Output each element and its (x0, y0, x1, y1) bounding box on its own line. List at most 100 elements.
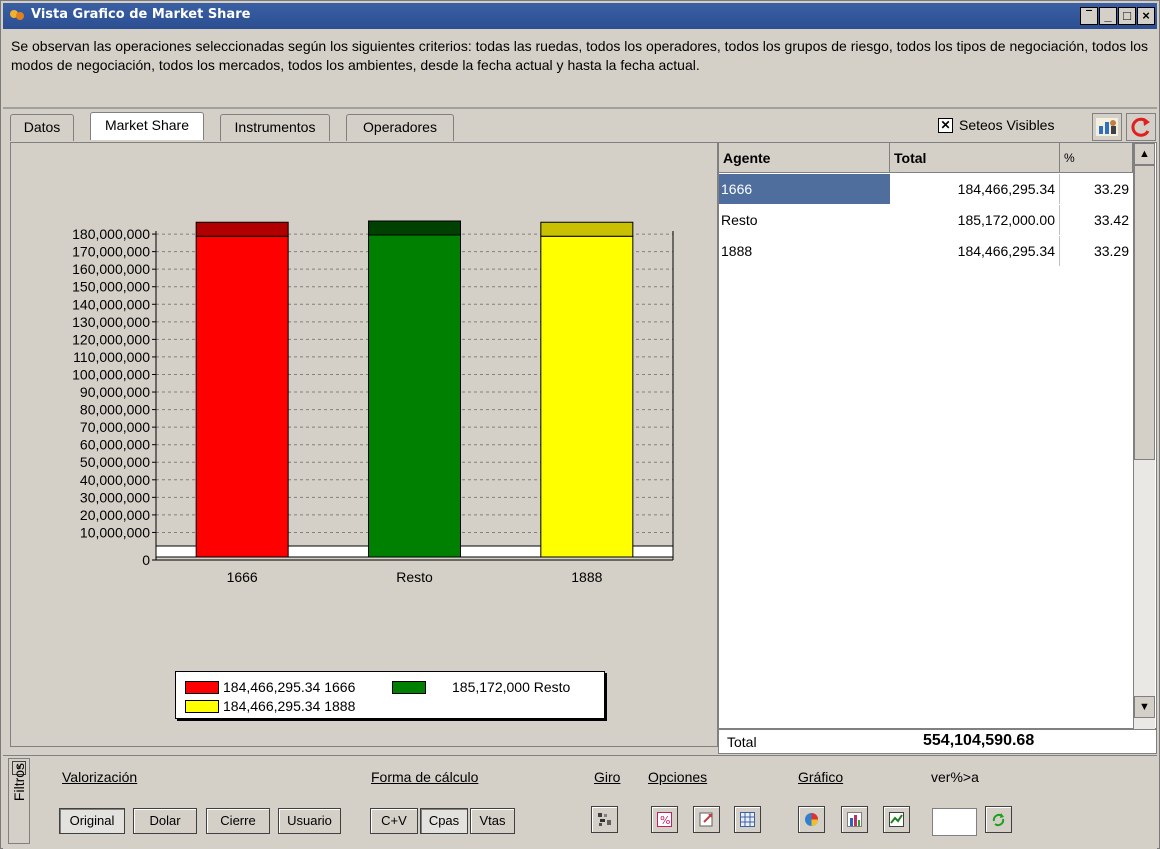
table-row-total[interactable]: 184,466,295.34 (890, 174, 1060, 204)
valorizacion-label[interactable]: Valorización (62, 769, 137, 785)
filtros-panel-toggle[interactable]: × Filtros (8, 758, 30, 844)
forma-calculo-label[interactable]: Forma de cálculo (371, 769, 478, 785)
data-grid: Agente Total % 1666 184,466,295.34 33.29… (718, 142, 1157, 730)
opciones-grid-icon[interactable] (734, 806, 761, 833)
pie-chart-icon[interactable] (798, 806, 825, 833)
ver-pct-label: ver%>a (931, 769, 979, 785)
y-tick-label: 30,000,000 (80, 489, 150, 505)
x-tick-label: 1666 (227, 569, 258, 585)
x-tick-label: 1888 (571, 569, 602, 585)
seteos-checkbox[interactable]: ✕ (938, 117, 953, 133)
filtros-label: Filtros (11, 762, 27, 802)
y-tick-label: 120,000,000 (72, 331, 150, 347)
cpas-button[interactable]: Cpas (420, 808, 468, 834)
svg-text:%: % (660, 814, 670, 827)
market-share-chart: 0 10,000,00020,000,000 30,000,00040,000,00… (72, 220, 674, 585)
bar-1666[interactable] (195, 235, 289, 558)
legend-item-1888: 184,466,295.34 1888 (185, 698, 355, 714)
x-tick-label: Resto (396, 569, 433, 585)
y-tick-label: 80,000,000 (80, 402, 150, 418)
table-row-pct[interactable]: 33.42 (1060, 205, 1131, 235)
seteos-visibles-toggle[interactable]: ✕ Seteos Visibles (938, 117, 1054, 133)
tab-market-share[interactable]: Market Share (90, 112, 204, 140)
close-button[interactable]: × (1137, 7, 1155, 25)
bar-cap (540, 221, 634, 237)
cierre-button[interactable]: Cierre (206, 808, 270, 834)
original-button[interactable]: Original (59, 808, 125, 834)
criteria-text: Se observan las operaciones seleccionada… (11, 38, 1149, 73)
table-row-pct[interactable]: 33.29 (1060, 174, 1131, 204)
y-tick-label: 60,000,000 (80, 437, 150, 453)
chart-person-icon[interactable] (1092, 113, 1122, 141)
bar-cap (195, 221, 289, 237)
vtas-button[interactable]: Vtas (470, 808, 515, 834)
table-row-pct[interactable]: 33.29 (1060, 236, 1131, 266)
dolar-button[interactable]: Dolar (133, 808, 197, 834)
total-label: Total (727, 734, 757, 750)
y-tick-label: 20,000,000 (80, 507, 150, 523)
opciones-export-icon[interactable] (693, 806, 720, 833)
table-row-agente[interactable]: 1888 (719, 236, 890, 266)
y-tick-label: 50,000,000 (80, 454, 150, 470)
column-header-pct[interactable]: % (1060, 143, 1133, 173)
market-share-window: Vista Grafico de Market Share ‾ _ □ × Se… (0, 0, 1160, 849)
tab-instrumentos[interactable]: Instrumentos (220, 114, 330, 141)
scroll-up-button[interactable]: ▲ (1134, 143, 1155, 165)
bar-cap (368, 220, 461, 236)
y-tick-label: 160,000,000 (72, 261, 150, 277)
ver-pct-input[interactable] (932, 808, 977, 836)
table-row-agente[interactable]: 1666 (719, 174, 890, 204)
tab-operadores[interactable]: Operadores (346, 114, 454, 141)
y-tick-label: 70,000,000 (80, 419, 150, 435)
minimize-all-button[interactable]: ‾ (1080, 7, 1098, 25)
table-row-total[interactable]: 184,466,295.34 (890, 236, 1060, 266)
legend-swatch (392, 680, 426, 694)
opciones-label[interactable]: Opciones (648, 769, 707, 785)
divider (3, 107, 1157, 109)
legend-swatch (185, 699, 219, 713)
total-value: 554,104,590.68 (923, 732, 1035, 749)
table-row-agente[interactable]: Resto (719, 205, 890, 235)
chart-panel: 0 10,000,000 20,000,000 30,000,000 40,000,00… (10, 142, 718, 747)
bar-resto[interactable] (368, 234, 461, 558)
y-tick-label: 150,000,000 (72, 279, 150, 295)
cv-button[interactable]: C+V (370, 808, 418, 834)
legend-item-1666: 184,466,295.34 1666 (185, 679, 355, 695)
y-tick-label: 130,000,000 (72, 314, 150, 330)
bar-chart-icon[interactable] (841, 806, 868, 833)
table-row-total[interactable]: 185,172,000.00 (890, 205, 1060, 235)
bar-1888[interactable] (540, 235, 634, 558)
scroll-down-button[interactable]: ▼ (1134, 696, 1155, 718)
app-icon (10, 10, 24, 20)
opciones-percent-icon[interactable]: % (651, 806, 678, 833)
giro-icon[interactable] (591, 806, 618, 833)
refresh-icon[interactable] (1126, 113, 1156, 141)
y-tick-label: 110,000,000 (73, 349, 150, 365)
tab-datos[interactable]: Datos (10, 114, 74, 141)
y-tick-label: 140,000,000 (72, 296, 150, 312)
scroll-thumb[interactable] (1134, 165, 1155, 460)
grafico-label[interactable]: Gráfico (798, 769, 843, 785)
usuario-button[interactable]: Usuario (278, 808, 341, 834)
apply-icon[interactable] (985, 806, 1012, 833)
giro-label[interactable]: Giro (594, 769, 620, 785)
y-tick-label: 90,000,000 (80, 384, 150, 400)
legend-item-resto: 185,172,000 Resto (392, 679, 570, 695)
y-tick-label: 0 (142, 552, 150, 568)
y-tick-label: 40,000,000 (80, 472, 150, 488)
column-header-total[interactable]: Total (890, 143, 1060, 173)
chart-settings-icon[interactable] (883, 806, 910, 833)
y-tick-label: 10,000,000 (80, 524, 150, 540)
chart-legend: 184,466,295.34 1666 185,172,000 Resto 18… (175, 671, 605, 719)
maximize-button[interactable]: □ (1118, 7, 1136, 25)
y-tick-label: 180,000,000 (72, 226, 150, 242)
column-header-agente[interactable]: Agente (719, 143, 890, 173)
filter-toolbar: × Filtros Valorización Original Dolar Ci… (3, 755, 1157, 849)
seteos-label: Seteos Visibles (959, 117, 1055, 133)
vertical-scrollbar[interactable]: ▲ ▼ (1133, 143, 1155, 730)
legend-swatch (185, 680, 219, 694)
window-title: Vista Grafico de Market Share (31, 7, 251, 22)
minimize-button[interactable]: _ (1099, 7, 1117, 25)
y-tick-label: 170,000,000 (72, 244, 150, 260)
y-tick-label: 100,000,000 (72, 366, 150, 382)
